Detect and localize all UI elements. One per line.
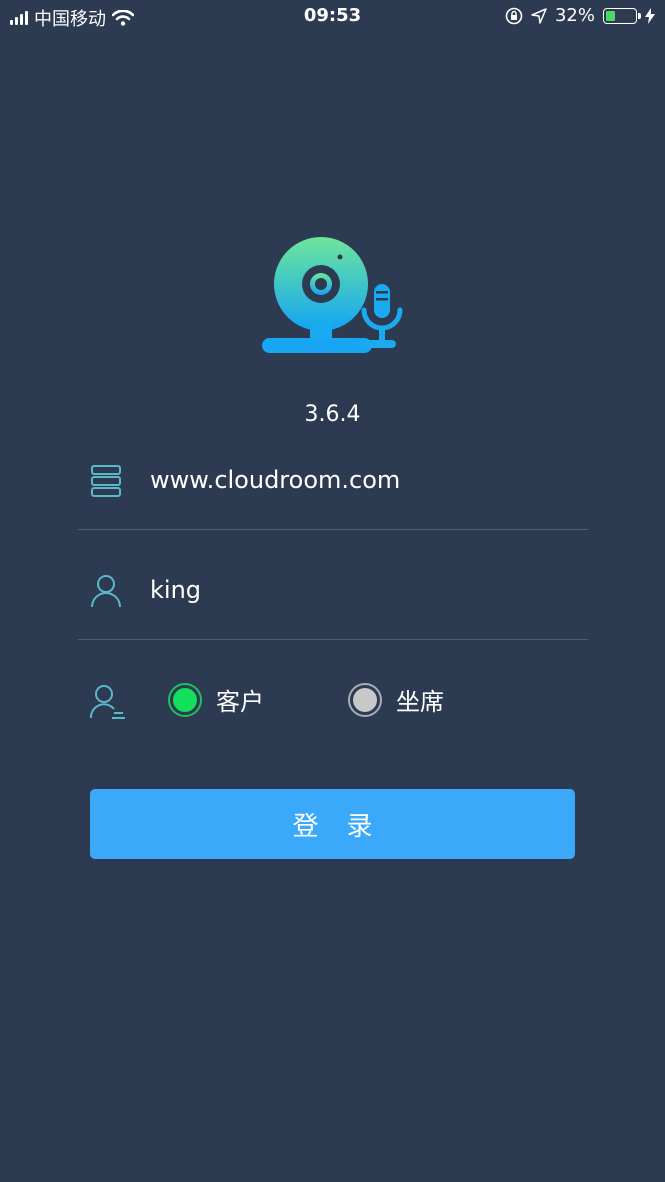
role-option-agent[interactable]: 坐席 [348,682,444,717]
server-icon [91,465,121,497]
role-option-label: 坐席 [396,688,444,716]
login-button[interactable]: 登录 [90,789,575,859]
webcam-microphone-logo [262,237,405,353]
battery-percent: 32% [554,5,595,26]
radio-unselected-icon[interactable] [348,682,382,717]
role-option-client[interactable]: 客户 [168,682,264,717]
user-icon [91,575,121,608]
status-bar: 中国移动 09:53 32% [0,0,665,34]
username-input[interactable]: king [150,574,201,606]
radio-selected-icon[interactable] [168,682,202,717]
server-field[interactable]: www.cloudroom.com [78,420,588,530]
orientation-lock-icon [505,7,523,24]
server-input[interactable]: www.cloudroom.com [150,464,400,496]
battery-icon [603,7,641,24]
charging-icon [645,7,655,24]
role-selector: 客户 坐席 [78,680,588,730]
role-option-label: 客户 [216,688,264,716]
location-icon [531,7,547,24]
username-field[interactable]: king [78,530,588,640]
user-role-icon [90,685,125,719]
